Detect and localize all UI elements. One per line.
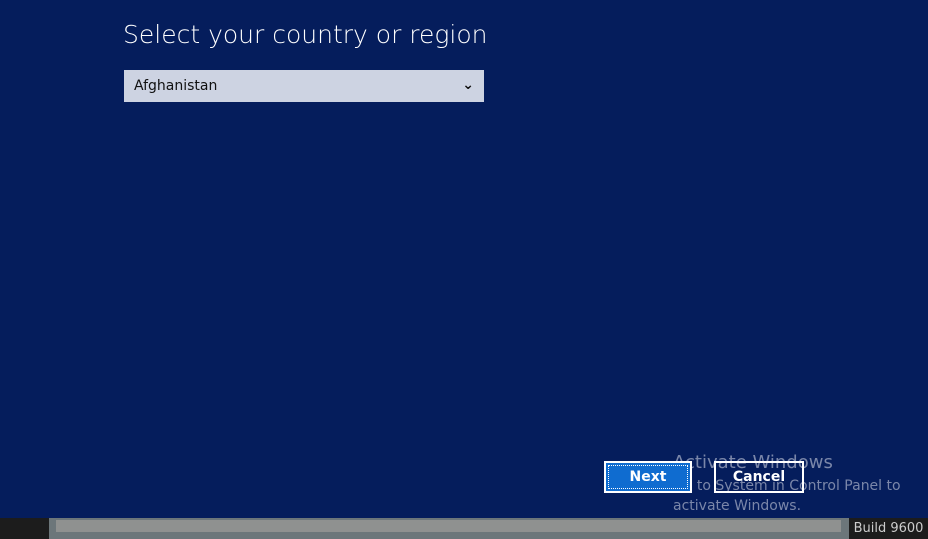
next-button[interactable]: Next <box>604 461 692 493</box>
chevron-down-icon: ⌄ <box>462 77 474 93</box>
build-label: Build 9600 <box>849 518 928 539</box>
progress-bar <box>49 518 849 539</box>
cancel-button[interactable]: Cancel <box>714 461 804 493</box>
country-select[interactable]: Afghanistan ⌄ <box>124 70 484 102</box>
country-select-value: Afghanistan <box>134 78 218 94</box>
status-bar-left <box>0 518 49 539</box>
progress-fill <box>56 520 841 532</box>
page-title: Select your country or region <box>123 20 488 49</box>
